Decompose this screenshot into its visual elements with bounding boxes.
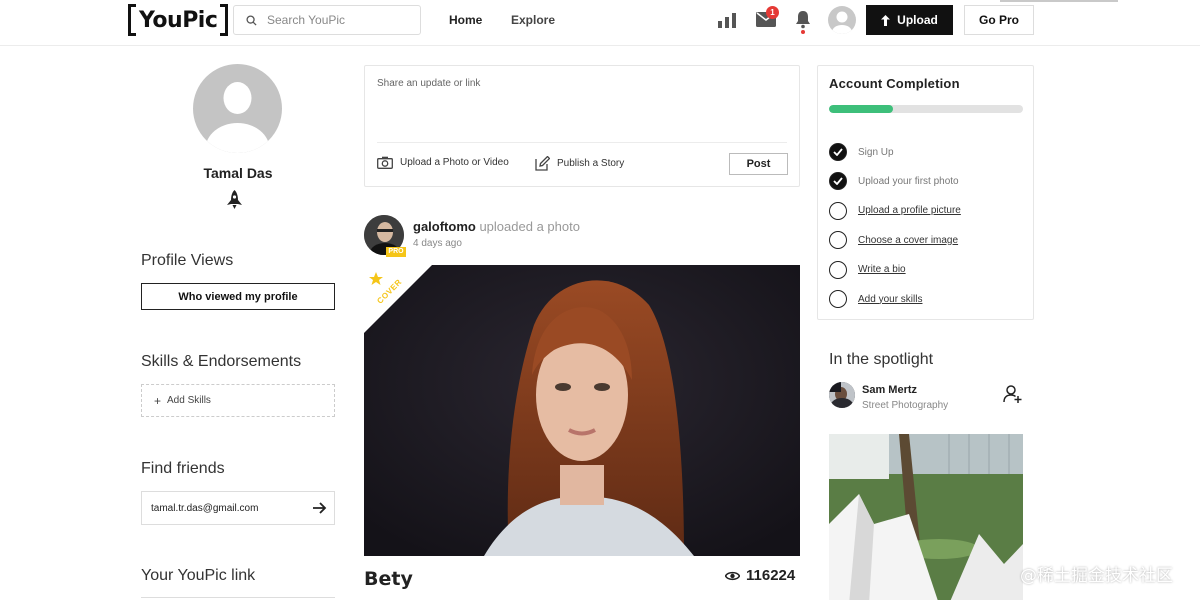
follow-user-icon[interactable] <box>1003 384 1023 404</box>
who-viewed-profile-button[interactable]: Who viewed my profile <box>141 283 335 310</box>
account-step-1: Sign Up <box>829 143 894 161</box>
spotlight-photo[interactable] <box>829 434 1023 600</box>
photo-views-count: 116224 <box>746 567 796 584</box>
find-friends-heading: Find friends <box>141 460 225 477</box>
profile-name: Tamal Das <box>203 165 273 181</box>
account-step-3[interactable]: Upload a profile picture <box>829 201 961 220</box>
photo-title[interactable]: Bety <box>364 568 413 590</box>
upload-button[interactable]: Upload <box>866 5 953 35</box>
upload-photo-video-label: Upload a Photo or Video <box>400 157 509 168</box>
youpic-logo[interactable]: YouPic <box>128 4 229 36</box>
profile-views-heading: Profile Views <box>141 252 234 269</box>
add-skills-button[interactable]: + Add Skills <box>141 384 335 417</box>
find-friends-form <box>141 491 335 525</box>
go-pro-button[interactable]: Go Pro <box>964 5 1034 35</box>
composer-divider <box>377 142 787 143</box>
account-step-4[interactable]: Choose a cover image <box>829 231 958 250</box>
spotlight-user-name[interactable]: Sam Mertz <box>862 384 917 396</box>
logo-bracket-right <box>220 4 229 36</box>
account-step-2: Upload your first photo <box>829 172 959 191</box>
account-step-5[interactable]: Write a bio <box>829 260 906 279</box>
default-avatar-icon <box>205 82 270 153</box>
empty-circle-icon <box>829 201 847 220</box>
spotlight-heading: In the spotlight <box>829 351 934 368</box>
share-update-textarea[interactable] <box>377 78 787 134</box>
post-timestamp: 4 days ago <box>413 238 462 249</box>
notification-indicator-dot <box>801 30 805 34</box>
logo-bracket-left <box>128 4 136 36</box>
post-composer: Upload a Photo or Video Publish a Story … <box>364 65 800 187</box>
publish-story-label: Publish a Story <box>557 158 625 169</box>
logo-text: YouPic <box>139 7 218 33</box>
youpic-link-heading: Your YouPic link <box>141 567 256 584</box>
nav-explore-link[interactable]: Explore <box>511 13 555 27</box>
camera-icon <box>377 156 393 169</box>
search-input[interactable] <box>267 13 407 27</box>
post-button[interactable]: Post <box>729 153 788 175</box>
account-step-label[interactable]: Write a bio <box>858 264 906 275</box>
search-box[interactable] <box>233 5 421 35</box>
account-step-6[interactable]: Add your skills <box>829 290 922 308</box>
spotlight-photo-icon <box>829 382 855 408</box>
upload-arrow-icon <box>881 14 891 26</box>
upload-photo-video-button[interactable]: Upload a Photo or Video <box>377 156 509 169</box>
photo-views: 116224 <box>725 567 795 584</box>
upload-button-label: Upload <box>897 13 938 27</box>
post-action-text: uploaded a photo <box>479 219 580 234</box>
account-completion-card: Account Completion Sign Up Upload your fi… <box>817 65 1034 320</box>
notifications-bell-icon[interactable] <box>794 10 812 29</box>
profile-avatar[interactable] <box>193 64 282 153</box>
check-circle-icon <box>829 172 847 191</box>
messages-count-badge: 1 <box>766 6 779 19</box>
account-progress-bar <box>829 105 1023 113</box>
find-friends-email-input[interactable] <box>151 502 301 514</box>
eye-icon <box>725 571 740 580</box>
portrait-photo <box>364 265 800 556</box>
account-step-label: Sign Up <box>858 146 894 158</box>
user-avatar[interactable] <box>828 6 856 34</box>
add-skills-label: Add Skills <box>167 395 211 406</box>
account-completion-title: Account Completion <box>829 76 960 91</box>
account-step-label[interactable]: Add your skills <box>858 294 922 305</box>
rocket-level-icon <box>227 190 242 209</box>
skills-heading: Skills & Endorsements <box>141 353 302 370</box>
default-avatar-icon <box>832 11 852 34</box>
pro-badge: PRO <box>386 247 406 257</box>
check-circle-icon <box>829 143 847 161</box>
post-header: galoftomo uploaded a photo <box>413 219 580 234</box>
post-photo[interactable]: COVER <box>364 265 800 556</box>
account-step-label: Upload your first photo <box>858 175 959 187</box>
arrow-right-icon[interactable] <box>313 502 327 514</box>
top-header: YouPic Home Explore 1 Upload Go Pro <box>0 0 1200 46</box>
spotlight-user-category: Street Photography <box>862 400 949 411</box>
nav-home-link[interactable]: Home <box>449 13 482 27</box>
stats-bar-chart-icon[interactable] <box>718 12 736 28</box>
site-watermark: @稀土掘金技术社区 <box>1020 566 1173 586</box>
search-icon <box>246 14 257 26</box>
header-shadow-strip <box>1000 0 1118 2</box>
empty-circle-icon <box>829 290 847 308</box>
edit-pencil-icon <box>535 156 550 171</box>
garden-photo <box>829 434 1023 600</box>
publish-story-button[interactable]: Publish a Story <box>535 156 624 171</box>
account-step-label[interactable]: Upload a profile picture <box>858 205 961 216</box>
empty-circle-icon <box>829 231 847 250</box>
empty-circle-icon <box>829 260 847 279</box>
youpic-link-divider <box>141 597 335 598</box>
post-author-name[interactable]: galoftomo <box>413 219 476 234</box>
account-progress-fill <box>829 105 894 113</box>
plus-icon: + <box>154 393 162 408</box>
spotlight-user-avatar[interactable] <box>829 382 855 408</box>
account-step-label[interactable]: Choose a cover image <box>858 235 958 246</box>
